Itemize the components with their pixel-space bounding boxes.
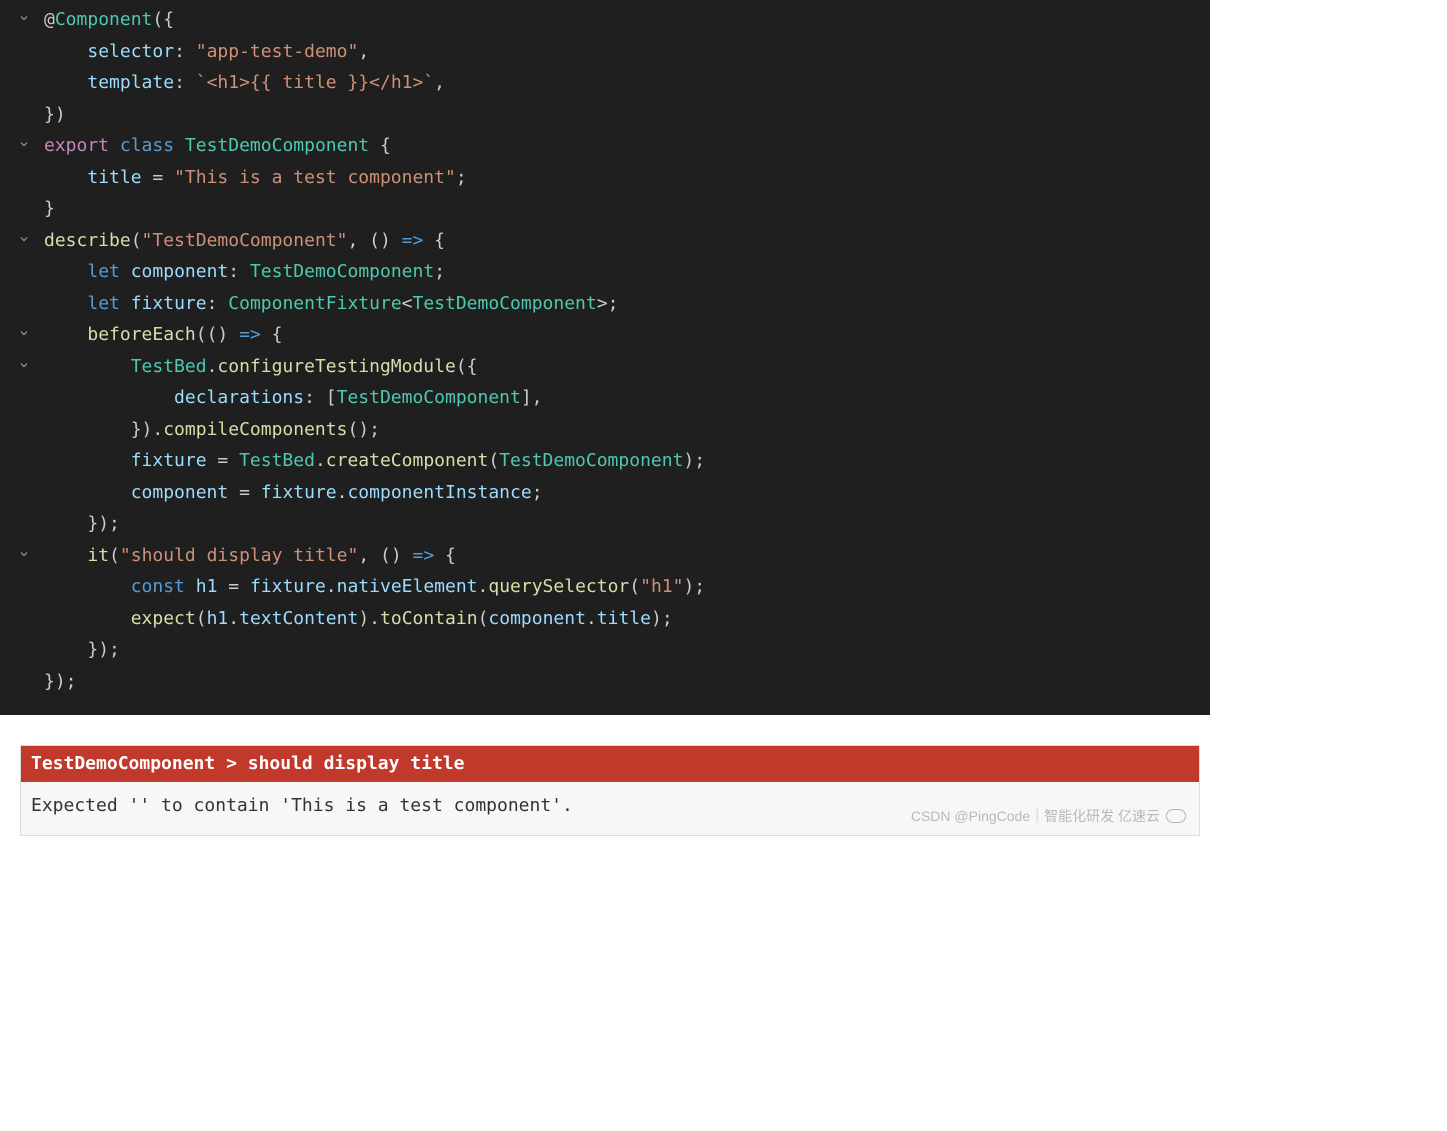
gutter xyxy=(4,508,44,540)
code-editor[interactable]: @Component({ selector: "app-test-demo", … xyxy=(0,0,1210,715)
code-line[interactable]: } xyxy=(0,193,1210,225)
code-text[interactable]: export class TestDemoComponent { xyxy=(44,130,1210,162)
gutter xyxy=(4,477,44,509)
code-line[interactable]: let fixture: ComponentFixture<TestDemoCo… xyxy=(0,288,1210,320)
code-line[interactable]: it("should display title", () => { xyxy=(0,540,1210,572)
gutter xyxy=(4,162,44,194)
code-line[interactable]: }) xyxy=(0,99,1210,131)
code-text[interactable]: }) xyxy=(44,99,1210,131)
code-line[interactable]: expect(h1.textContent).toContain(compone… xyxy=(0,603,1210,635)
code-line[interactable]: let component: TestDemoComponent; xyxy=(0,256,1210,288)
code-text[interactable]: }); xyxy=(44,634,1210,666)
gutter xyxy=(4,382,44,414)
gutter xyxy=(4,414,44,446)
code-text[interactable]: it("should display title", () => { xyxy=(44,540,1210,572)
code-line[interactable]: TestBed.configureTestingModule({ xyxy=(0,351,1210,383)
code-line[interactable]: @Component({ xyxy=(0,4,1210,36)
code-text[interactable]: let component: TestDemoComponent; xyxy=(44,256,1210,288)
gutter xyxy=(4,288,44,320)
fold-chevron-icon[interactable] xyxy=(4,130,44,162)
gutter xyxy=(4,99,44,131)
code-text[interactable]: }); xyxy=(44,508,1210,540)
fold-chevron-icon[interactable] xyxy=(4,4,44,36)
code-text[interactable]: }).compileComponents(); xyxy=(44,414,1210,446)
code-text[interactable]: component = fixture.componentInstance; xyxy=(44,477,1210,509)
code-line[interactable]: beforeEach(() => { xyxy=(0,319,1210,351)
code-text[interactable]: declarations: [TestDemoComponent], xyxy=(44,382,1210,414)
code-text[interactable]: }); xyxy=(44,666,1210,698)
code-text[interactable]: } xyxy=(44,193,1210,225)
gutter xyxy=(4,634,44,666)
fold-chevron-icon[interactable] xyxy=(4,540,44,572)
code-text[interactable]: @Component({ xyxy=(44,4,1210,36)
cloud-icon xyxy=(1166,809,1186,823)
fold-chevron-icon[interactable] xyxy=(4,225,44,257)
code-line[interactable]: export class TestDemoComponent { xyxy=(0,130,1210,162)
gutter xyxy=(4,445,44,477)
code-line[interactable]: declarations: [TestDemoComponent], xyxy=(0,382,1210,414)
code-line[interactable]: }); xyxy=(0,666,1210,698)
code-line[interactable]: }); xyxy=(0,508,1210,540)
code-text[interactable]: template: `<h1>{{ title }}</h1>`, xyxy=(44,67,1210,99)
code-line[interactable]: selector: "app-test-demo", xyxy=(0,36,1210,68)
code-line[interactable]: }); xyxy=(0,634,1210,666)
code-line[interactable]: const h1 = fixture.nativeElement.querySe… xyxy=(0,571,1210,603)
code-line[interactable]: component = fixture.componentInstance; xyxy=(0,477,1210,509)
code-text[interactable]: let fixture: ComponentFixture<TestDemoCo… xyxy=(44,288,1210,320)
code-line[interactable]: }).compileComponents(); xyxy=(0,414,1210,446)
fold-chevron-icon[interactable] xyxy=(4,319,44,351)
code-text[interactable]: TestBed.configureTestingModule({ xyxy=(44,351,1210,383)
gutter xyxy=(4,571,44,603)
code-line[interactable]: fixture = TestBed.createComponent(TestDe… xyxy=(0,445,1210,477)
code-line[interactable]: describe("TestDemoComponent", () => { xyxy=(0,225,1210,257)
gutter xyxy=(4,666,44,698)
gutter xyxy=(4,36,44,68)
gutter xyxy=(4,603,44,635)
code-line[interactable]: title = "This is a test component"; xyxy=(0,162,1210,194)
gutter xyxy=(4,193,44,225)
code-text[interactable]: fixture = TestBed.createComponent(TestDe… xyxy=(44,445,1210,477)
code-text[interactable]: title = "This is a test component"; xyxy=(44,162,1210,194)
gutter xyxy=(4,67,44,99)
code-text[interactable]: beforeEach(() => { xyxy=(44,319,1210,351)
code-text[interactable]: const h1 = fixture.nativeElement.querySe… xyxy=(44,571,1210,603)
fold-chevron-icon[interactable] xyxy=(4,351,44,383)
code-text[interactable]: expect(h1.textContent).toContain(compone… xyxy=(44,603,1210,635)
watermark-text: CSDN @PingCode｜智能化研发 亿速云 xyxy=(911,804,1186,829)
code-text[interactable]: describe("TestDemoComponent", () => { xyxy=(44,225,1210,257)
test-failure-title: TestDemoComponent > should display title xyxy=(21,746,1199,782)
gutter xyxy=(4,256,44,288)
code-text[interactable]: selector: "app-test-demo", xyxy=(44,36,1210,68)
code-line[interactable]: template: `<h1>{{ title }}</h1>`, xyxy=(0,67,1210,99)
